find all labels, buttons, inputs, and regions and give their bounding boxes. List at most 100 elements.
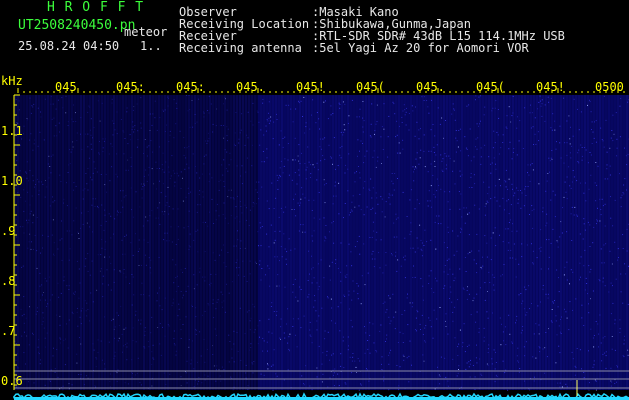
noise-speck: [308, 293, 310, 295]
noise-speck: [619, 328, 621, 330]
noise-speck: [15, 359, 17, 361]
noise-speck: [25, 317, 27, 319]
noise-speck: [309, 273, 310, 275]
noise-speck: [507, 389, 509, 391]
noise-speck: [92, 198, 94, 200]
noise-speck: [310, 164, 311, 166]
noise-speck: [230, 159, 232, 161]
noise-speck: [252, 202, 254, 203]
noise-speck: [403, 104, 405, 106]
noise-speck: [208, 181, 210, 183]
noise-speck: [555, 148, 557, 150]
noise-speck: [604, 203, 606, 205]
noise-speck: [304, 231, 306, 233]
noise-speck: [373, 342, 375, 344]
noise-speck: [207, 303, 209, 305]
noise-speck: [251, 165, 253, 167]
noise-speck: [401, 314, 403, 315]
noise-speck: [308, 250, 310, 252]
noise-speck: [273, 242, 275, 244]
noise-speck: [75, 121, 77, 122]
noise-speck: [319, 146, 321, 148]
noise-speck: [601, 198, 603, 200]
noise-speck: [258, 181, 260, 183]
noise-speck: [122, 190, 124, 192]
noise-speck: [252, 102, 254, 104]
noise-speck: [116, 133, 118, 135]
noise-column: [455, 95, 457, 390]
noise-speck: [342, 336, 344, 338]
noise-speck: [416, 199, 418, 201]
noise-speck: [68, 319, 70, 321]
noise-speck: [112, 134, 114, 136]
noise-speck: [569, 152, 571, 154]
time-tick-label: 045(: [476, 80, 505, 94]
noise-speck: [261, 226, 263, 227]
noise-speck: [482, 265, 484, 267]
noise-speck: [608, 291, 610, 293]
noise-speck: [84, 188, 86, 190]
noise-speck: [343, 124, 345, 126]
noise-speck: [240, 240, 242, 242]
noise-speck: [317, 263, 319, 265]
noise-speck: [551, 150, 553, 151]
noise-speck: [57, 248, 59, 250]
noise-speck: [430, 129, 432, 131]
noise-speck: [450, 291, 452, 293]
noise-speck: [418, 203, 420, 205]
noise-speck: [230, 189, 232, 191]
noise-speck: [534, 376, 535, 378]
noise-speck: [559, 331, 561, 333]
noise-speck: [626, 228, 628, 230]
noise-speck: [494, 368, 496, 370]
noise-speck: [239, 248, 241, 249]
noise-speck: [416, 152, 418, 154]
noise-speck: [339, 154, 341, 156]
noise-speck: [40, 116, 42, 118]
noise-speck: [280, 318, 282, 320]
noise-speck: [276, 314, 277, 316]
noise-speck: [85, 258, 87, 260]
noise-speck: [479, 358, 481, 360]
noise-speck: [496, 131, 498, 133]
noise-speck: [37, 346, 39, 348]
noise-speck: [154, 100, 156, 102]
noise-speck: [386, 309, 388, 311]
noise-speck: [523, 205, 525, 207]
noise-speck: [447, 385, 449, 387]
noise-speck: [605, 351, 607, 353]
noise-speck: [421, 250, 423, 252]
noise-speck: [331, 222, 333, 224]
noise-speck: [250, 343, 252, 345]
time-tick-label: 045: [55, 80, 77, 94]
noise-speck: [520, 332, 522, 334]
noise-speck: [424, 229, 426, 231]
noise-speck: [508, 314, 510, 316]
freq-tick-label: 1.1: [1, 124, 23, 138]
noise-speck: [531, 205, 533, 207]
noise-speck: [421, 96, 423, 98]
noise-speck: [54, 368, 56, 370]
noise-speck: [251, 362, 253, 364]
noise-speck: [484, 299, 486, 301]
noise-speck: [188, 248, 190, 250]
noise-speck: [27, 381, 29, 383]
noise-column: [581, 95, 583, 390]
noise-speck: [393, 236, 395, 238]
noise-speck: [266, 157, 268, 159]
time-tick-label: 045.: [236, 80, 265, 94]
noise-column: [539, 95, 541, 390]
noise-speck: [589, 99, 590, 101]
noise-speck: [376, 351, 378, 353]
noise-speck: [580, 256, 582, 258]
noise-speck: [494, 142, 496, 144]
noise-speck: [43, 139, 45, 141]
noise-speck: [332, 113, 334, 114]
noise-speck: [500, 147, 502, 149]
noise-speck: [50, 103, 52, 105]
noise-speck: [32, 248, 34, 250]
noise-speck: [386, 338, 387, 340]
noise-column: [164, 95, 166, 390]
noise-speck: [549, 160, 551, 162]
noise-speck: [23, 125, 25, 127]
